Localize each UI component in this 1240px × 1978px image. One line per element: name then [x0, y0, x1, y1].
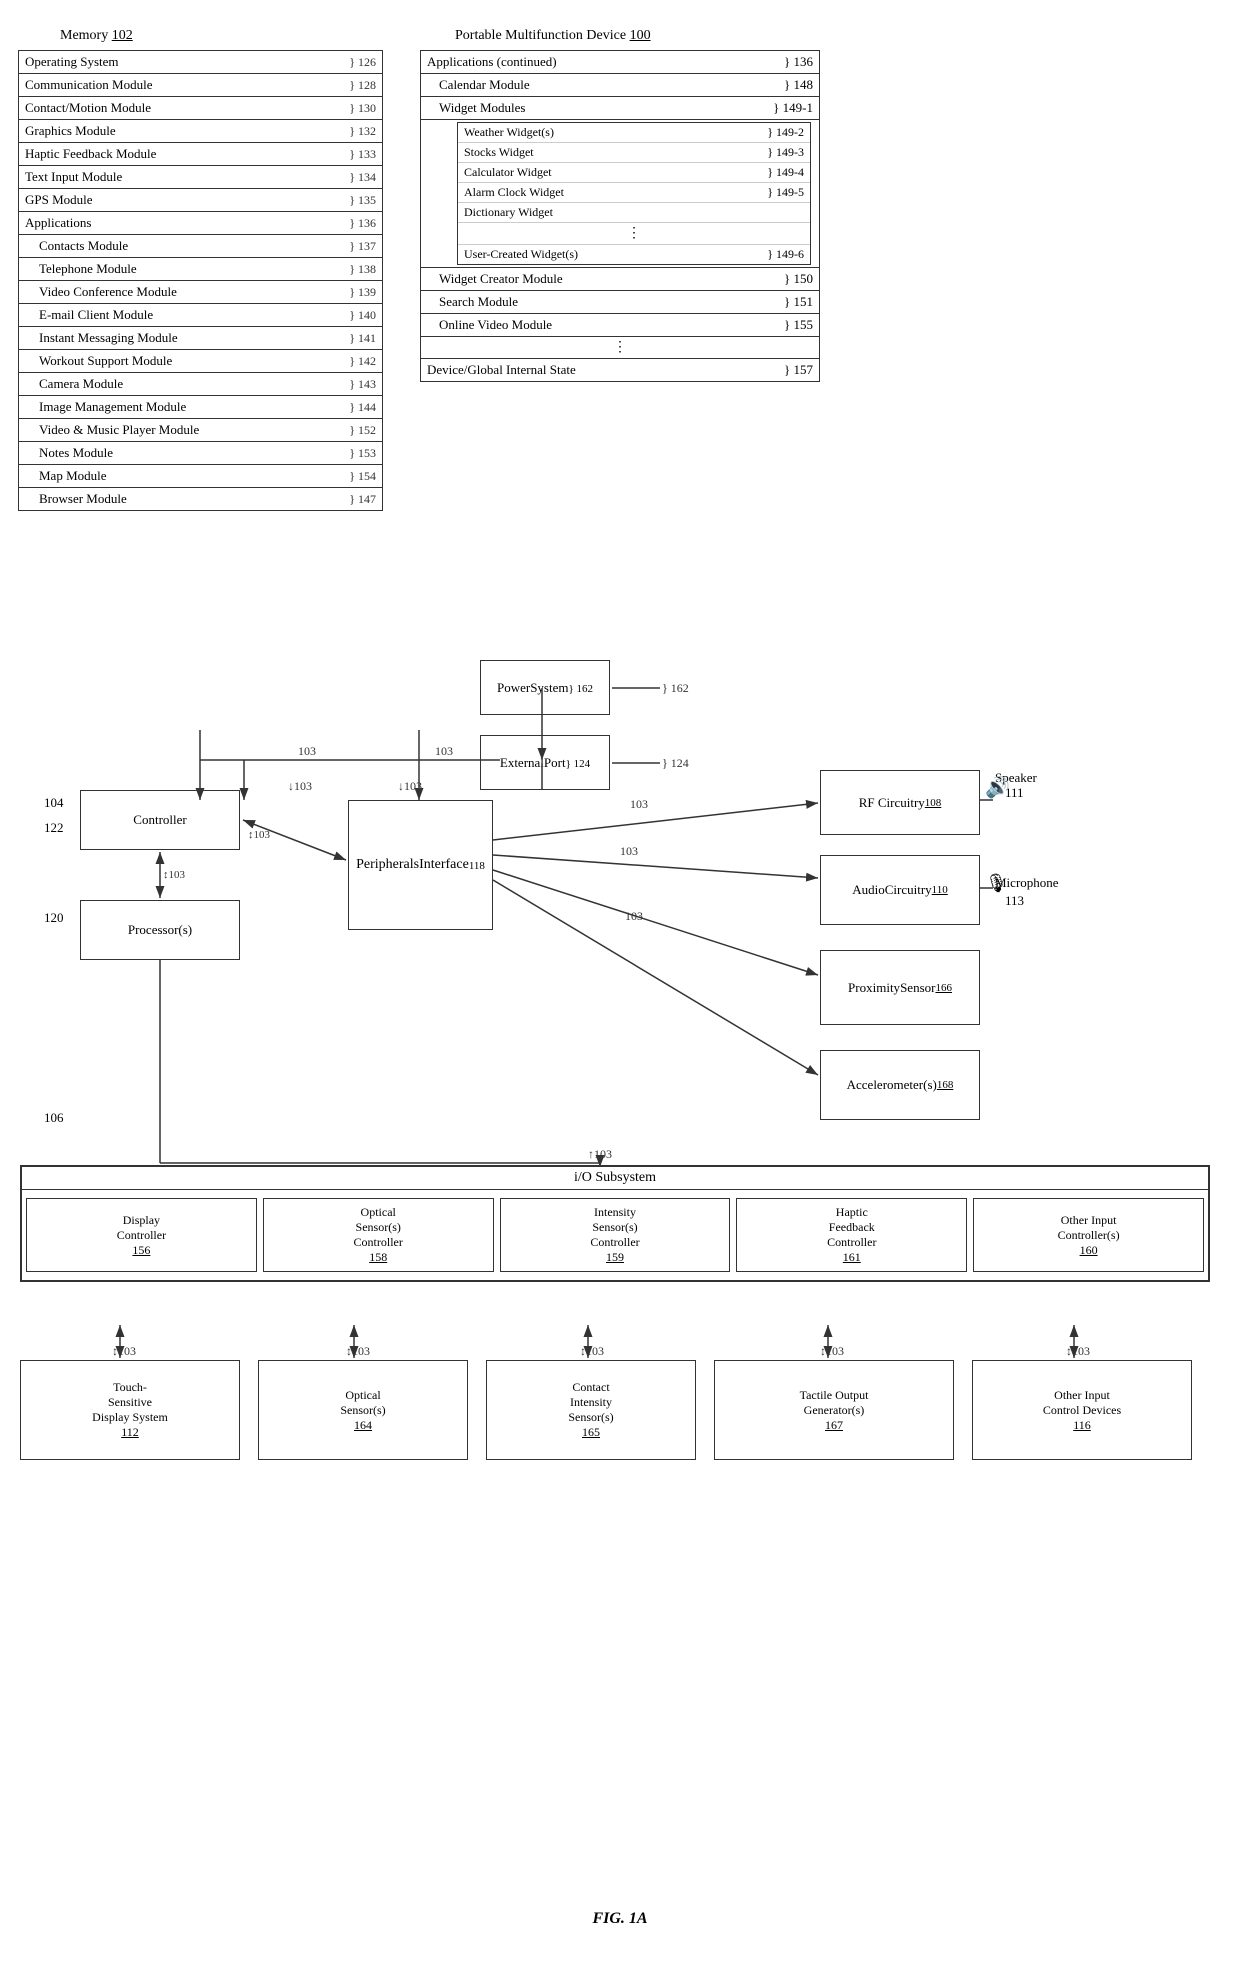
display-controller: Display Controller 156: [26, 1198, 257, 1272]
controller-box: Controller: [80, 790, 240, 850]
pmd-label: Portable Multifunction Device 100: [455, 28, 651, 44]
speaker-icon: 🔊: [985, 775, 1010, 800]
pmd-row-search: Search Module } 151: [421, 291, 819, 314]
pmd-dots: ⋮: [421, 337, 819, 359]
svg-text:} 124: } 124: [662, 756, 689, 770]
io-title: i/O Subsystem: [22, 1167, 1208, 1190]
haptic-feedback-controller: Haptic Feedback Controller 161: [736, 1198, 967, 1272]
svg-text:103: 103: [625, 909, 643, 923]
svg-text:↕103: ↕103: [580, 1344, 604, 1358]
widget-row-calculator: Calculator Widget } 149-4: [458, 163, 810, 183]
contact-intensity-sensors: Contact Intensity Sensor(s) 165: [486, 1360, 696, 1460]
touch-display-system: Touch- Sensitive Display System 112: [20, 1360, 240, 1460]
processor-box: Processor(s): [80, 900, 240, 960]
row-notes: Notes Module} 153: [19, 442, 382, 465]
svg-text:103: 103: [435, 744, 453, 758]
tactile-output-generators: Tactile Output Generator(s) 167: [714, 1360, 954, 1460]
optical-sensor-controller: Optical Sensor(s) Controller 158: [263, 1198, 494, 1272]
svg-text:↕103: ↕103: [820, 1344, 844, 1358]
row-text: Text Input Module} 134: [19, 166, 382, 189]
row-contact: Contact/Motion Module} 130: [19, 97, 382, 120]
row-map: Map Module} 154: [19, 465, 382, 488]
pmd-row-widget-creator: Widget Creator Module } 150: [421, 267, 819, 291]
svg-text:↕103: ↕103: [1066, 1344, 1090, 1358]
diagram-container: Memory 102 Portable Multifunction Device…: [0, 0, 1240, 1978]
widget-row-alarm: Alarm Clock Widget } 149-5: [458, 183, 810, 203]
io-inner: Display Controller 156 Optical Sensor(s)…: [22, 1190, 1208, 1280]
widget-subbox: Weather Widget(s) } 149-2 Stocks Widget …: [457, 122, 811, 265]
audio-box: Audio Circuitry 110: [820, 855, 980, 925]
row-comm: Communication Module} 128: [19, 74, 382, 97]
pmd-box: Applications (continued) } 136 Calendar …: [420, 50, 820, 382]
row-haptic: Haptic Feedback Module} 133: [19, 143, 382, 166]
proximity-box: Proximity Sensor 166: [820, 950, 980, 1025]
svg-text:103: 103: [630, 797, 648, 811]
row-gps: GPS Module} 135: [19, 189, 382, 212]
row-browser: Browser Module} 147: [19, 488, 382, 510]
ref-113: 113: [1005, 893, 1024, 909]
widget-row-weather: Weather Widget(s) } 149-2: [458, 123, 810, 143]
row-contacts: Contacts Module} 137: [19, 235, 382, 258]
svg-text:103: 103: [298, 744, 316, 758]
ref-106: 106: [44, 1110, 64, 1126]
power-system-box: Power System } 162: [480, 660, 610, 715]
microphone-icon: 🎙: [985, 873, 1008, 894]
row-telephone: Telephone Module} 138: [19, 258, 382, 281]
row-email: E-mail Client Module} 140: [19, 304, 382, 327]
ref-122: 122: [44, 820, 64, 836]
accelerometer-box: Accelerometer(s) 168: [820, 1050, 980, 1120]
widget-row-dictionary: Dictionary Widget: [458, 203, 810, 223]
memory-box: Operating System} 126 Communication Modu…: [18, 50, 383, 511]
row-graphics: Graphics Module} 132: [19, 120, 382, 143]
row-os: Operating System} 126: [19, 51, 382, 74]
pmd-row-online-video: Online Video Module } 155: [421, 314, 819, 337]
svg-text:103: 103: [620, 844, 638, 858]
pmd-row-apps: Applications (continued) } 136: [421, 51, 819, 74]
other-input-controller: Other Input Controller(s) 160: [973, 1198, 1204, 1272]
intensity-sensor-controller: Intensity Sensor(s) Controller 159: [500, 1198, 731, 1272]
svg-text:↕103: ↕103: [112, 1344, 136, 1358]
svg-text:} 162: } 162: [662, 681, 689, 695]
row-apps-header: Applications} 136: [19, 212, 382, 235]
row-im: Instant Messaging Module} 141: [19, 327, 382, 350]
external-port-box: External Port } 124: [480, 735, 610, 790]
optical-sensors: Optical Sensor(s) 164: [258, 1360, 468, 1460]
ref-120: 120: [44, 910, 64, 926]
fig-caption: FIG. 1A: [592, 1910, 647, 1928]
svg-text:↕103: ↕103: [163, 869, 186, 881]
widget-dots: ⋮: [458, 223, 810, 245]
row-image: Image Management Module} 144: [19, 396, 382, 419]
io-subsystem: i/O Subsystem Display Controller 156 Opt…: [20, 1165, 1210, 1282]
svg-text:↓103: ↓103: [398, 779, 422, 793]
rf-box: RF Circuitry 108: [820, 770, 980, 835]
row-workout: Workout Support Module} 142: [19, 350, 382, 373]
pmd-row-calendar: Calendar Module } 148: [421, 74, 819, 97]
memory-rows: Operating System} 126 Communication Modu…: [19, 51, 382, 510]
peripherals-interface-box: Peripherals Interface 118: [348, 800, 493, 930]
pmd-row-widget-modules: Widget Modules } 149-1: [421, 97, 819, 120]
widget-row-stocks: Stocks Widget } 149-3: [458, 143, 810, 163]
ref-104: 104: [44, 795, 64, 811]
svg-text:↑103: ↑103: [588, 1147, 612, 1161]
row-camera: Camera Module} 143: [19, 373, 382, 396]
memory-label: Memory 102: [60, 28, 133, 44]
row-videoconf: Video Conference Module} 139: [19, 281, 382, 304]
svg-text:↓103: ↓103: [288, 779, 312, 793]
row-video: Video & Music Player Module} 152: [19, 419, 382, 442]
svg-text:↕103: ↕103: [346, 1344, 370, 1358]
svg-text:↕103: ↕103: [248, 829, 271, 841]
other-input-control-devices: Other Input Control Devices 116: [972, 1360, 1192, 1460]
widget-row-user-created: User-Created Widget(s) } 149-6: [458, 245, 810, 264]
pmd-row-device-state: Device/Global Internal State } 157: [421, 359, 819, 381]
